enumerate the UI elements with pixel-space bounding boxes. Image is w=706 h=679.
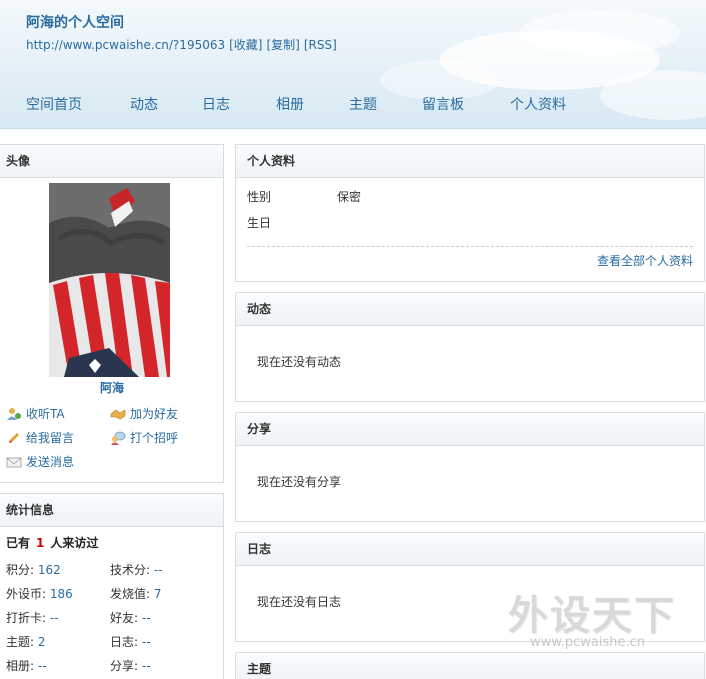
stat-albums: 相册: --	[6, 659, 47, 673]
nav-feed[interactable]: 动态	[130, 94, 158, 114]
space-url-line: http://www.pcwaishe.cn/?195063 [收藏] [复制] [R…	[26, 36, 341, 53]
blog-empty-text: 现在还没有日志	[257, 595, 342, 609]
cloud-decoration	[520, 10, 680, 55]
stat-blogs: 日志: --	[110, 635, 151, 649]
visit-count: 已有 1 人来访过	[6, 536, 99, 550]
profile-panel-title: 个人资料	[236, 145, 704, 178]
greet-icon	[110, 431, 126, 445]
handshake-icon	[110, 407, 126, 421]
share-empty-text: 现在还没有分享	[257, 475, 342, 489]
nav-topic[interactable]: 主题	[349, 94, 377, 114]
copy-link[interactable]: [复制]	[267, 38, 300, 52]
follow-icon	[6, 407, 22, 421]
add-friend-button[interactable]: 加为好友	[110, 405, 178, 422]
username[interactable]: 阿海	[0, 379, 224, 396]
feed-panel: 动态 现在还没有动态	[235, 292, 705, 402]
nav-home[interactable]: 空间首页	[26, 94, 82, 114]
stat-friends: 好友: --	[110, 611, 151, 625]
stat-points: 积分: 162	[6, 563, 61, 577]
stat-discount-card: 打折卡: --	[6, 611, 59, 625]
add-friend-label: 加为好友	[130, 407, 179, 421]
send-message-label: 发送消息	[26, 455, 75, 469]
view-full-profile-link[interactable]: 查看全部个人资料	[597, 252, 693, 269]
pencil-icon	[6, 431, 22, 445]
share-panel: 分享 现在还没有分享	[235, 412, 705, 522]
space-header: 阿海的个人空间 http://www.pcwaishe.cn/?195063 [收…	[0, 0, 706, 129]
send-message-button[interactable]: 发送消息	[6, 453, 74, 470]
follow-button[interactable]: 收听TA	[6, 405, 65, 422]
stat-fever: 发烧值: 7	[110, 587, 162, 601]
avatar-image	[49, 183, 170, 377]
bookmark-link[interactable]: [收藏]	[229, 38, 262, 52]
birthday-label: 生日	[247, 216, 272, 230]
profile-divider	[247, 246, 693, 247]
stats-panel-title: 统计信息	[0, 494, 223, 527]
blog-panel-title: 日志	[236, 533, 704, 566]
greet-label: 打个招呼	[130, 431, 179, 445]
stat-coins: 外设币: 186	[6, 587, 73, 601]
space-url-link[interactable]: http://www.pcwaishe.cn/?195063	[26, 38, 225, 52]
avatar-panel-title: 头像	[0, 145, 223, 178]
follow-label: 收听TA	[26, 407, 65, 421]
envelope-icon	[6, 455, 22, 469]
stat-shares: 分享: --	[110, 659, 151, 673]
watermark-logo-text: 外设天下	[508, 593, 676, 639]
watermark-url-text: www.pcwaishe.cn	[530, 635, 645, 650]
avatar-panel: 头像 阿海 收听TA 加为好友 给我留言 打个招呼 发送消息	[0, 144, 224, 483]
share-panel-title: 分享	[236, 413, 704, 446]
leave-message-button[interactable]: 给我留言	[6, 429, 74, 446]
nav-blog[interactable]: 日志	[202, 94, 230, 114]
greet-button[interactable]: 打个招呼	[110, 429, 178, 446]
visit-number: 1	[36, 536, 45, 550]
stat-tech-points: 技术分: --	[110, 563, 163, 577]
rss-link[interactable]: [RSS]	[304, 38, 337, 52]
gender-label: 性别	[247, 190, 272, 204]
gender-value: 保密	[337, 190, 362, 204]
nav-guestbook[interactable]: 留言板	[422, 94, 464, 114]
feed-panel-title: 动态	[236, 293, 704, 326]
nav-profile[interactable]: 个人资料	[510, 94, 566, 114]
stats-panel: 统计信息 已有 1 人来访过 积分: 162 技术分: -- 外设币: 186 发烧…	[0, 493, 224, 679]
feed-empty-text: 现在还没有动态	[257, 355, 342, 369]
stat-topics: 主题: 2	[6, 635, 46, 649]
main-nav: 空间首页 动态 日志 相册 主题 留言板 个人资料	[0, 94, 706, 118]
nav-album[interactable]: 相册	[276, 94, 304, 114]
avatar-photo[interactable]	[49, 183, 170, 377]
site-watermark: 外设天下 www.pcwaishe.cn	[504, 583, 694, 653]
topic-panel-title: 主题	[236, 653, 704, 679]
profile-panel: 个人资料 性别 保密 生日 查看全部个人资料	[235, 144, 705, 282]
leave-message-label: 给我留言	[26, 431, 75, 445]
space-title[interactable]: 阿海的个人空间	[26, 12, 124, 32]
topic-panel: 主题	[235, 652, 705, 679]
